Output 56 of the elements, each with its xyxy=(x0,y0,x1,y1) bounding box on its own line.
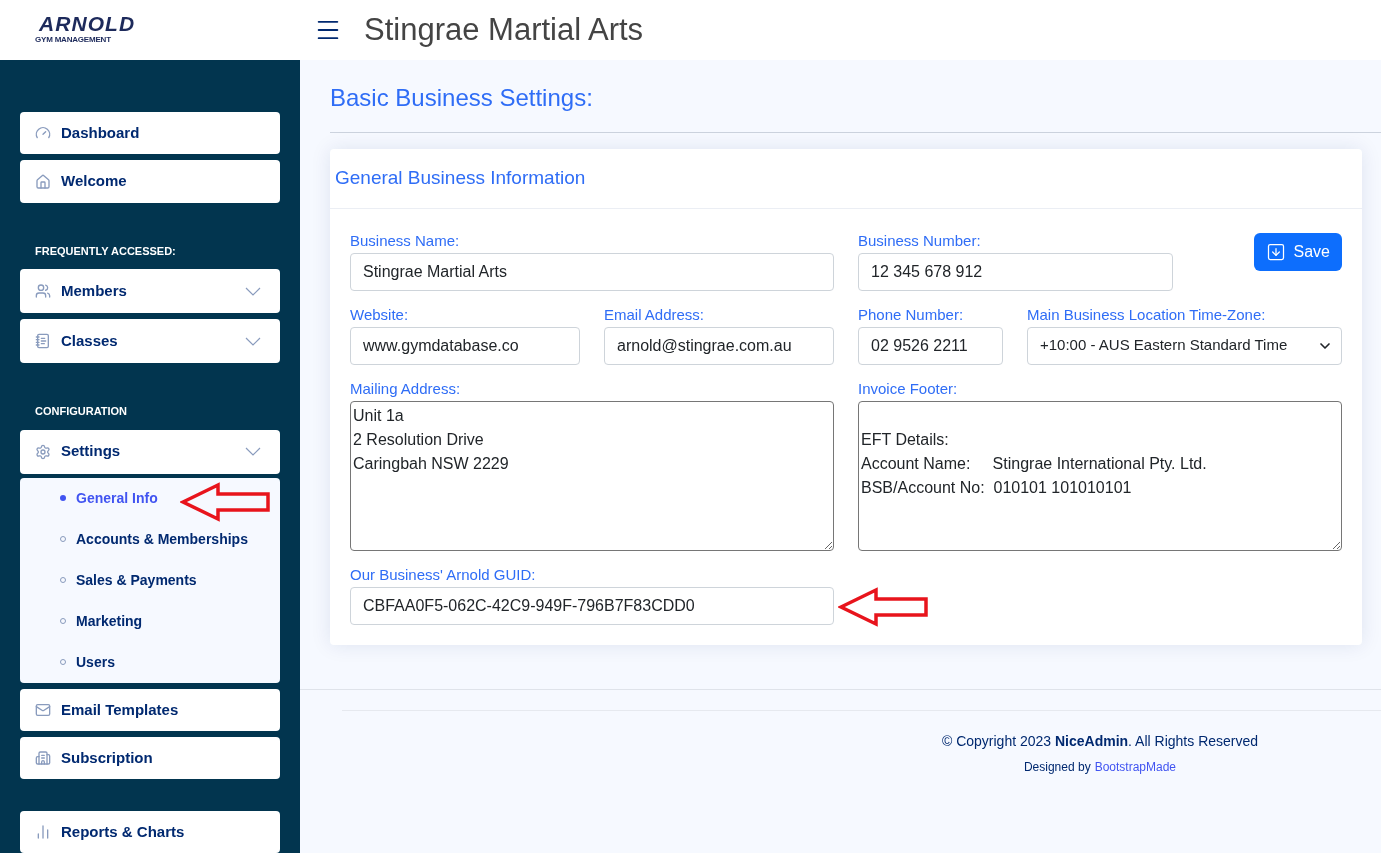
text-area[interactable]: EFT Details: Account Name: Stingrae International Pty. Ltd. BSB/Account No: 010101 101010101 xyxy=(858,400,1342,551)
input-field[interactable]: www.gymdatabase.co xyxy=(350,326,580,365)
sidebar-item[interactable]: Reports & Charts xyxy=(20,810,280,853)
sidebar-dropdown[interactable]: Members xyxy=(20,269,280,314)
field-label: Main Business Location Time-Zone: xyxy=(1027,304,1267,325)
sidebar-item[interactable]: Email Templates xyxy=(20,688,280,732)
field-label: Email Address: xyxy=(604,304,706,325)
logo-subtitle: GYM MANAGEMENT xyxy=(35,34,111,46)
submenu-item[interactable]: Users xyxy=(20,651,115,673)
page-header-title: Stingrae Martial Arts xyxy=(364,10,644,49)
field-label: Business Number: xyxy=(858,230,982,251)
text-area[interactable]: Unit 1a 2 Resolution Drive Caringbah NSW 2229 xyxy=(350,400,834,551)
card-title: General Business Information xyxy=(330,149,1362,209)
field-label: Our Business' Arnold GUID: xyxy=(350,564,537,585)
sidebar-heading: CONFIGURATION xyxy=(34,404,129,420)
sidebar-heading: FREQUENTLY ACCESSED: xyxy=(34,243,177,259)
sidebar-icon xyxy=(35,173,51,190)
input-field[interactable]: arnold@stingrae.com.au xyxy=(604,326,834,365)
sidebar-item[interactable]: Dashboard xyxy=(20,112,280,155)
input-field[interactable]: 12 345 678 912 xyxy=(858,252,1173,291)
chevron-icon xyxy=(245,336,261,346)
field-label: Phone Number: xyxy=(858,304,965,325)
chevron-icon xyxy=(245,447,261,457)
designer-link[interactable]: BootstrapMade xyxy=(1094,757,1177,776)
input-field[interactable]: 02 9526 2211 xyxy=(858,326,1003,365)
page-title: Basic Business Settings: xyxy=(330,83,594,113)
copyright-text: © Copyright 2023 NiceAdmin. All Rights Reserved xyxy=(941,731,1259,751)
annotation-arrow-icon xyxy=(180,481,272,522)
field-label: Mailing Address: xyxy=(350,378,462,399)
field-label: Website: xyxy=(350,304,410,325)
download-icon xyxy=(1265,241,1286,262)
sidebar-dropdown[interactable]: Classes xyxy=(20,319,280,364)
logo-title: ARNOLD xyxy=(38,14,136,34)
annotation-arrow-icon xyxy=(838,586,930,627)
submenu-item[interactable]: Sales & Payments xyxy=(20,569,197,591)
sidebar-icon xyxy=(35,750,51,767)
submenu-item[interactable]: General Info xyxy=(20,487,158,509)
submenu-item[interactable]: Accounts & Memberships xyxy=(20,528,248,550)
chevron-icon xyxy=(245,286,261,296)
submenu-item[interactable]: Marketing xyxy=(20,610,143,632)
timezone-select[interactable]: +10:00 - AUS Eastern Standard Time xyxy=(1027,326,1342,365)
sidebar-item[interactable]: Welcome xyxy=(20,160,280,203)
input-field[interactable]: CBFAA0F5-062C-42C9-949F-796B7F83CDD0 xyxy=(350,586,834,625)
credit-text: Designed by xyxy=(1023,758,1091,776)
sidebar-icon xyxy=(35,701,51,718)
sidebar-icon xyxy=(35,283,51,300)
save-button[interactable]: Save xyxy=(1253,232,1342,271)
sidebar-dropdown[interactable]: Settings xyxy=(20,429,280,474)
bullet-icon xyxy=(60,495,66,502)
field-label: Invoice Footer: xyxy=(858,378,959,399)
input-field[interactable]: Stingrae Martial Arts xyxy=(350,252,834,291)
sidebar-item[interactable]: Subscription xyxy=(20,737,280,780)
sidebar-icon xyxy=(35,823,51,840)
sidebar-icon xyxy=(35,443,51,460)
sidebar-icon xyxy=(35,333,51,350)
field-label: Business Name: xyxy=(350,230,461,251)
